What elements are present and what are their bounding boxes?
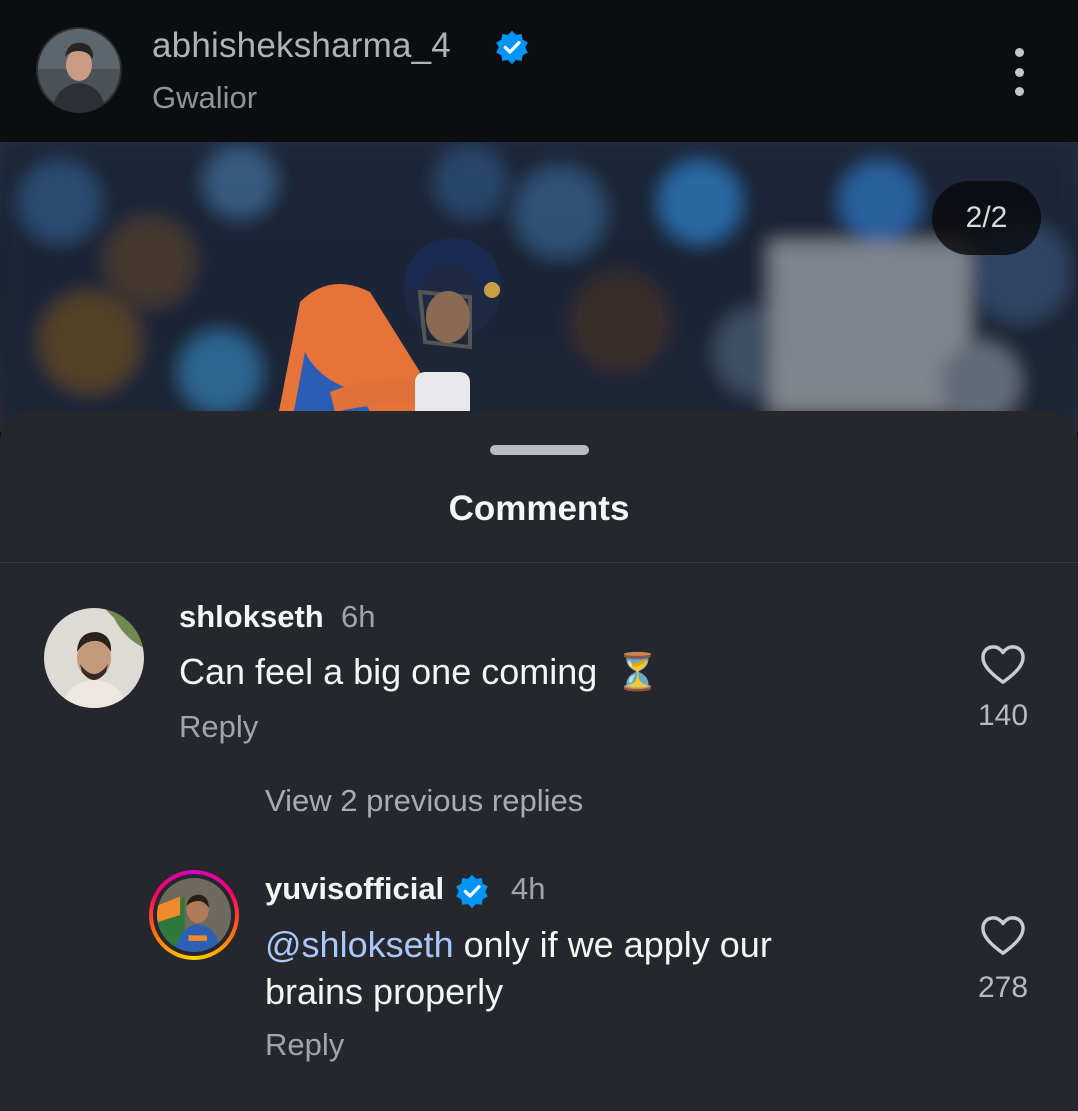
reply-username[interactable]: yuvisofficial — [265, 871, 444, 907]
reply-time: 4h — [511, 871, 546, 906]
heart-icon[interactable] — [980, 644, 1026, 686]
view-replies-button[interactable]: View 2 previous replies — [265, 783, 583, 819]
comment-avatar[interactable] — [44, 608, 144, 708]
story-ring[interactable] — [149, 870, 239, 960]
divider — [0, 562, 1078, 563]
reply-avatar[interactable] — [157, 878, 231, 952]
comment-time: 6h — [341, 599, 376, 634]
reply-button[interactable]: Reply — [179, 709, 258, 745]
comment-text: Can feel a big one coming ⏳ — [179, 648, 660, 695]
post-username[interactable]: abhisheksharma_4 — [152, 26, 451, 66]
drag-handle[interactable] — [490, 445, 589, 455]
profile-avatar[interactable] — [38, 29, 120, 111]
post-image[interactable] — [0, 142, 1078, 432]
like-count: 140 — [977, 699, 1029, 732]
image-counter: 2/2 — [932, 181, 1041, 255]
post-header: abhisheksharma_4 Gwalior — [0, 0, 1078, 142]
more-vertical-icon[interactable] — [1008, 48, 1030, 96]
reply-text-line2: brains properly — [265, 971, 504, 1012]
verified-badge-icon — [496, 30, 528, 65]
reply-text: @shlokseth only if we apply our brains p… — [265, 921, 865, 1015]
verified-badge-icon — [456, 874, 488, 909]
heart-icon[interactable] — [980, 915, 1026, 957]
hourglass-icon: ⏳ — [615, 651, 661, 692]
comments-sheet: Comments shlokseth 6h Can feel a big one… — [0, 411, 1078, 1111]
comment-text-content: Can feel a big one coming — [179, 651, 598, 692]
reply-button[interactable]: Reply — [265, 1027, 344, 1063]
like-count: 278 — [977, 971, 1029, 1004]
comment-username[interactable]: shlokseth — [179, 599, 324, 635]
post-location[interactable]: Gwalior — [152, 80, 257, 116]
mention-link[interactable]: @shlokseth — [265, 924, 454, 965]
sheet-title: Comments — [448, 489, 630, 528]
reply-text-line1: only if we apply our — [453, 924, 772, 965]
